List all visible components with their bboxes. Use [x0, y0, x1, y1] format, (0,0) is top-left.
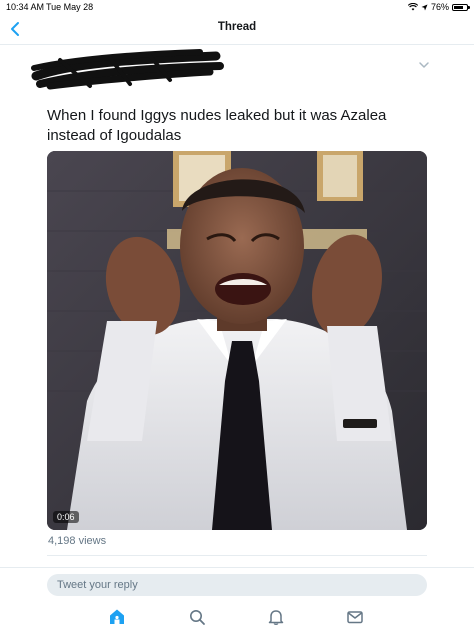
battery-icon [452, 3, 470, 11]
video-frame-illustration [47, 151, 427, 530]
video-duration: 0:06 [53, 511, 79, 523]
reply-input[interactable] [47, 574, 427, 596]
mail-icon[interactable] [346, 608, 364, 626]
wifi-icon [407, 3, 418, 11]
tweet-text: When I found Iggys nudes leaked but it w… [47, 107, 387, 144]
status-time: 10:34 AM [6, 2, 45, 12]
chevron-down-icon[interactable] [418, 60, 430, 70]
divider [47, 555, 427, 556]
status-date: Tue May 28 [46, 2, 94, 12]
status-right-cluster: 76% [407, 0, 470, 14]
home-icon[interactable] [108, 608, 126, 626]
tweet-video[interactable]: 0:06 [47, 151, 427, 530]
bell-icon[interactable] [267, 608, 285, 626]
battery-percent: 76% [430, 2, 449, 12]
search-icon[interactable] [188, 608, 206, 626]
divider [0, 567, 474, 568]
view-count: 4,198 views [48, 535, 107, 547]
redacted-author-scribble [31, 49, 224, 90]
location-arrow-icon [421, 4, 428, 10]
nav-bar: Thread [0, 14, 474, 45]
page-title: Thread [217, 21, 257, 33]
status-bar: 10:34 AM Tue May 28 76% [0, 0, 474, 14]
tab-bar [0, 603, 474, 632]
